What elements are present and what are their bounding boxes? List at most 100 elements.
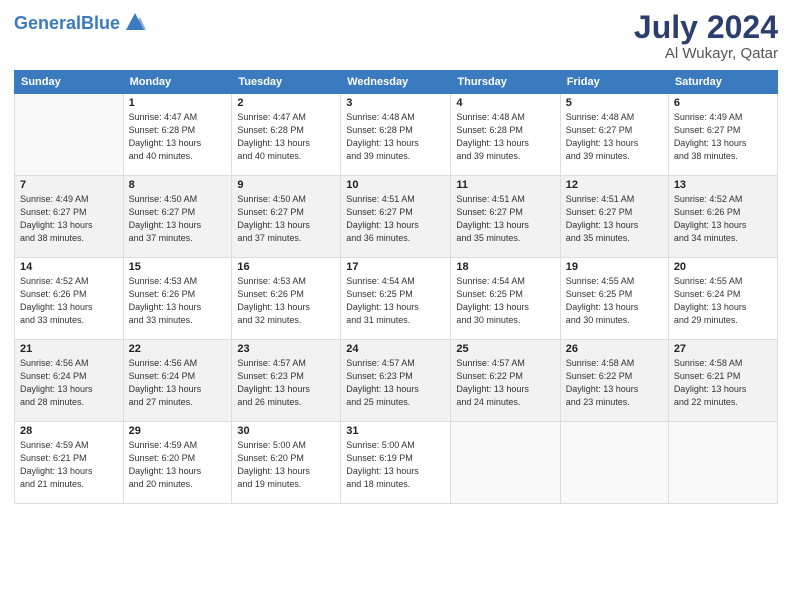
day-number: 2: [237, 97, 335, 109]
calendar-day-cell: 18 Sunrise: 4:54 AM Sunset: 6:25 PM Dayli…: [451, 258, 560, 340]
calendar-col-header: Thursday: [451, 71, 560, 94]
day-number: 18: [456, 261, 554, 273]
calendar-day-cell: [451, 422, 560, 504]
calendar-day-cell: [15, 94, 124, 176]
day-number: 20: [674, 261, 772, 273]
day-info: Sunrise: 5:00 AM Sunset: 6:19 PM Dayligh…: [346, 439, 445, 491]
calendar-header-row: SundayMondayTuesdayWednesdayThursdayFrid…: [15, 71, 778, 94]
calendar-day-cell: 30 Sunrise: 5:00 AM Sunset: 6:20 PM Dayli…: [232, 422, 341, 504]
logo-text: GeneralBlue: [14, 14, 120, 34]
day-info: Sunrise: 4:49 AM Sunset: 6:27 PM Dayligh…: [674, 111, 772, 163]
day-info: Sunrise: 4:47 AM Sunset: 6:28 PM Dayligh…: [237, 111, 335, 163]
day-info: Sunrise: 4:51 AM Sunset: 6:27 PM Dayligh…: [566, 193, 663, 245]
calendar-day-cell: [560, 422, 668, 504]
day-number: 3: [346, 97, 445, 109]
day-number: 30: [237, 425, 335, 437]
calendar-day-cell: 19Sunrise: 4:55 AM Sunset: 6:25 PM Dayli…: [560, 258, 668, 340]
day-number: 5: [566, 97, 663, 109]
day-number: 11: [456, 179, 554, 191]
day-info: Sunrise: 5:00 AM Sunset: 6:20 PM Dayligh…: [237, 439, 335, 491]
day-info: Sunrise: 4:53 AM Sunset: 6:26 PM Dayligh…: [129, 275, 227, 327]
calendar-day-cell: 20 Sunrise: 4:55 AM Sunset: 6:24 PM Dayli…: [668, 258, 777, 340]
day-info: Sunrise: 4:57 AM Sunset: 6:22 PM Dayligh…: [456, 357, 554, 409]
day-number: 4: [456, 97, 554, 109]
day-info: Sunrise: 4:57 AM Sunset: 6:23 PM Dayligh…: [237, 357, 335, 409]
day-number: 22: [129, 343, 227, 355]
day-number: 27: [674, 343, 772, 355]
calendar-week-row: 14Sunrise: 4:52 AM Sunset: 6:26 PM Dayli…: [15, 258, 778, 340]
day-number: 15: [129, 261, 227, 273]
calendar-day-cell: 6 Sunrise: 4:49 AM Sunset: 6:27 PM Daylig…: [668, 94, 777, 176]
calendar-day-cell: 2 Sunrise: 4:47 AM Sunset: 6:28 PM Daylig…: [232, 94, 341, 176]
calendar-col-header: Wednesday: [341, 71, 451, 94]
day-info: Sunrise: 4:48 AM Sunset: 6:28 PM Dayligh…: [346, 111, 445, 163]
day-number: 16: [237, 261, 335, 273]
logo: GeneralBlue: [14, 10, 146, 37]
calendar-day-cell: 13Sunrise: 4:52 AM Sunset: 6:26 PM Dayli…: [668, 176, 777, 258]
calendar-day-cell: 31 Sunrise: 5:00 AM Sunset: 6:19 PM Dayli…: [341, 422, 451, 504]
calendar-day-cell: 11Sunrise: 4:51 AM Sunset: 6:27 PM Dayli…: [451, 176, 560, 258]
calendar-day-cell: 5Sunrise: 4:48 AM Sunset: 6:27 PM Daylig…: [560, 94, 668, 176]
logo-icon: [124, 10, 146, 37]
location-title: Al Wukayr, Qatar: [634, 45, 778, 62]
calendar-day-cell: 10 Sunrise: 4:51 AM Sunset: 6:27 PM Dayli…: [341, 176, 451, 258]
day-info: Sunrise: 4:49 AM Sunset: 6:27 PM Dayligh…: [20, 193, 118, 245]
day-number: 14: [20, 261, 118, 273]
day-number: 9: [237, 179, 335, 191]
day-number: 13: [674, 179, 772, 191]
day-info: Sunrise: 4:55 AM Sunset: 6:24 PM Dayligh…: [674, 275, 772, 327]
day-number: 6: [674, 97, 772, 109]
day-number: 26: [566, 343, 663, 355]
day-number: 25: [456, 343, 554, 355]
day-number: 23: [237, 343, 335, 355]
day-info: Sunrise: 4:58 AM Sunset: 6:21 PM Dayligh…: [674, 357, 772, 409]
day-info: Sunrise: 4:59 AM Sunset: 6:21 PM Dayligh…: [20, 439, 118, 491]
month-title: July 2024: [634, 10, 778, 45]
calendar-day-cell: 28Sunrise: 4:59 AM Sunset: 6:21 PM Dayli…: [15, 422, 124, 504]
title-block: July 2024 Al Wukayr, Qatar: [634, 10, 778, 62]
calendar-day-cell: 29Sunrise: 4:59 AM Sunset: 6:20 PM Dayli…: [123, 422, 232, 504]
day-number: 17: [346, 261, 445, 273]
day-info: Sunrise: 4:57 AM Sunset: 6:23 PM Dayligh…: [346, 357, 445, 409]
day-info: Sunrise: 4:58 AM Sunset: 6:22 PM Dayligh…: [566, 357, 663, 409]
calendar-day-cell: 12 Sunrise: 4:51 AM Sunset: 6:27 PM Dayli…: [560, 176, 668, 258]
day-info: Sunrise: 4:53 AM Sunset: 6:26 PM Dayligh…: [237, 275, 335, 327]
calendar-body: 1 Sunrise: 4:47 AM Sunset: 6:28 PM Daylig…: [15, 94, 778, 504]
day-number: 24: [346, 343, 445, 355]
calendar-day-cell: 1 Sunrise: 4:47 AM Sunset: 6:28 PM Daylig…: [123, 94, 232, 176]
calendar-day-cell: 9 Sunrise: 4:50 AM Sunset: 6:27 PM Daylig…: [232, 176, 341, 258]
calendar-day-cell: 23 Sunrise: 4:57 AM Sunset: 6:23 PM Dayli…: [232, 340, 341, 422]
calendar-day-cell: 26 Sunrise: 4:58 AM Sunset: 6:22 PM Dayli…: [560, 340, 668, 422]
calendar-day-cell: 14Sunrise: 4:52 AM Sunset: 6:26 PM Dayli…: [15, 258, 124, 340]
calendar-day-cell: 27 Sunrise: 4:58 AM Sunset: 6:21 PM Dayli…: [668, 340, 777, 422]
calendar-day-cell: 24 Sunrise: 4:57 AM Sunset: 6:23 PM Dayli…: [341, 340, 451, 422]
calendar-day-cell: 4 Sunrise: 4:48 AM Sunset: 6:28 PM Daylig…: [451, 94, 560, 176]
calendar-day-cell: 8Sunrise: 4:50 AM Sunset: 6:27 PM Daylig…: [123, 176, 232, 258]
day-number: 12: [566, 179, 663, 191]
day-number: 1: [129, 97, 227, 109]
calendar-table: SundayMondayTuesdayWednesdayThursdayFrid…: [14, 70, 778, 504]
day-number: 10: [346, 179, 445, 191]
day-info: Sunrise: 4:50 AM Sunset: 6:27 PM Dayligh…: [237, 193, 335, 245]
day-info: Sunrise: 4:47 AM Sunset: 6:28 PM Dayligh…: [129, 111, 227, 163]
calendar-day-cell: 22 Sunrise: 4:56 AM Sunset: 6:24 PM Dayli…: [123, 340, 232, 422]
calendar-day-cell: 16 Sunrise: 4:53 AM Sunset: 6:26 PM Dayli…: [232, 258, 341, 340]
calendar-day-cell: 17 Sunrise: 4:54 AM Sunset: 6:25 PM Dayli…: [341, 258, 451, 340]
calendar-week-row: 28Sunrise: 4:59 AM Sunset: 6:21 PM Dayli…: [15, 422, 778, 504]
calendar-week-row: 1 Sunrise: 4:47 AM Sunset: 6:28 PM Daylig…: [15, 94, 778, 176]
day-info: Sunrise: 4:56 AM Sunset: 6:24 PM Dayligh…: [129, 357, 227, 409]
day-info: Sunrise: 4:50 AM Sunset: 6:27 PM Dayligh…: [129, 193, 227, 245]
day-info: Sunrise: 4:54 AM Sunset: 6:25 PM Dayligh…: [346, 275, 445, 327]
calendar-col-header: Saturday: [668, 71, 777, 94]
calendar-day-cell: [668, 422, 777, 504]
calendar-week-row: 21 Sunrise: 4:56 AM Sunset: 6:24 PM Dayli…: [15, 340, 778, 422]
day-info: Sunrise: 4:51 AM Sunset: 6:27 PM Dayligh…: [346, 193, 445, 245]
day-number: 21: [20, 343, 118, 355]
calendar-col-header: Friday: [560, 71, 668, 94]
day-info: Sunrise: 4:54 AM Sunset: 6:25 PM Dayligh…: [456, 275, 554, 327]
day-info: Sunrise: 4:48 AM Sunset: 6:28 PM Dayligh…: [456, 111, 554, 163]
day-number: 31: [346, 425, 445, 437]
header: GeneralBlue July 2024 Al Wukayr, Qatar: [14, 10, 778, 62]
calendar-col-header: Monday: [123, 71, 232, 94]
day-number: 29: [129, 425, 227, 437]
